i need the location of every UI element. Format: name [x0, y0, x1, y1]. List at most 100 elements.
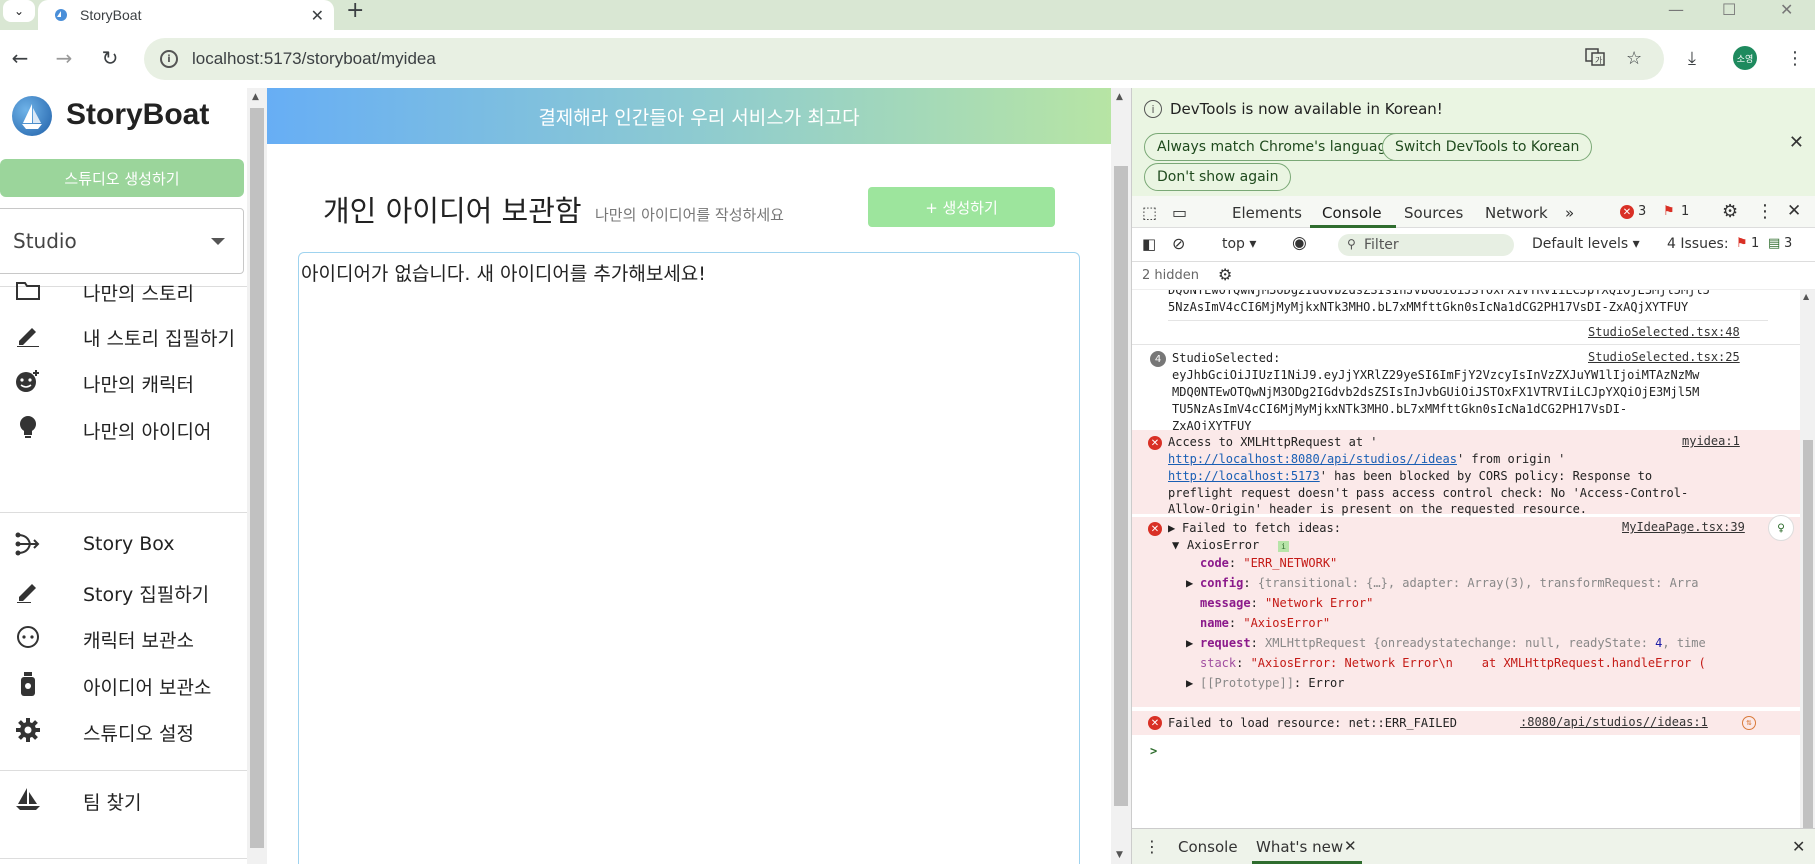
- console-scrollbar[interactable]: ▲: [1800, 290, 1815, 830]
- drawer-tab-console[interactable]: Console: [1178, 838, 1238, 856]
- minimize-icon[interactable]: —: [1668, 0, 1684, 19]
- window-close-icon[interactable]: ✕: [1780, 0, 1793, 19]
- studio-create-button[interactable]: 스튜디오 생성하기: [0, 159, 244, 197]
- error-icon: ✕: [1148, 716, 1162, 730]
- logo[interactable]: [12, 96, 52, 136]
- reload-icon[interactable]: ↻: [98, 46, 122, 70]
- create-idea-button[interactable]: + 생성하기: [868, 187, 1055, 227]
- nav-item-my-story[interactable]: 나만의 스토리: [0, 268, 247, 312]
- expand-arrow-icon[interactable]: ▶: [1186, 635, 1193, 652]
- tab-elements[interactable]: Elements: [1232, 204, 1302, 222]
- warning-count[interactable]: 1: [1681, 204, 1689, 219]
- nav-item-story-box[interactable]: Story Box: [0, 522, 247, 566]
- maximize-icon[interactable]: ☐: [1722, 0, 1736, 19]
- console-prompt[interactable]: >: [1150, 743, 1157, 760]
- scroll-down-icon[interactable]: ▼: [1116, 850, 1123, 860]
- nav-item-character-storage[interactable]: 캐릭터 보관소: [0, 615, 247, 659]
- dont-show-again-button[interactable]: Don't show again: [1144, 163, 1292, 191]
- sidebar-scrollbar[interactable]: ▲: [247, 88, 267, 864]
- nav-item-my-idea[interactable]: 나만의 아이디어: [0, 406, 247, 450]
- prop-value: "AxiosError: Network Error\n at XMLHttpR…: [1250, 656, 1706, 670]
- main-scrollbar[interactable]: ▲ ▼: [1111, 88, 1131, 864]
- new-tab-button[interactable]: +: [346, 0, 364, 22]
- tab-close-icon[interactable]: ✕: [311, 6, 324, 25]
- close-icon[interactable]: ✕: [1789, 132, 1804, 153]
- filter-input[interactable]: ⚲ Filter: [1338, 234, 1514, 256]
- scroll-up-icon[interactable]: ▲: [1116, 92, 1123, 102]
- error-url-link[interactable]: http://localhost:5173: [1168, 469, 1320, 483]
- settings-gear-icon[interactable]: ⚙: [1722, 201, 1738, 222]
- source-link[interactable]: MyIdeaPage.tsx:39: [1622, 520, 1745, 534]
- profile-avatar[interactable]: 소영: [1733, 46, 1757, 70]
- issues-label[interactable]: 4 Issues:: [1667, 236, 1729, 252]
- device-toolbar-icon[interactable]: ▭: [1172, 203, 1187, 222]
- expand-arrow-icon[interactable]: ▶: [1186, 675, 1193, 692]
- back-icon[interactable]: ←: [8, 46, 32, 70]
- error-url-link[interactable]: http://localhost:8080/api/studios//ideas: [1168, 452, 1457, 466]
- bookmark-star-icon[interactable]: ☆: [1626, 48, 1642, 69]
- source-link[interactable]: :8080/api/studios//ideas:1: [1520, 715, 1708, 729]
- site-info-icon[interactable]: i: [160, 50, 178, 68]
- prop-value: "ERR_NETWORK": [1243, 556, 1338, 570]
- error-count[interactable]: 3: [1638, 204, 1646, 219]
- error-text: ' has been blocked by CORS policy: Respo…: [1319, 469, 1653, 483]
- close-drawer-icon[interactable]: ✕: [1792, 837, 1805, 856]
- nav-item-my-character[interactable]: 나만의 캐릭터: [0, 359, 247, 403]
- clear-console-icon[interactable]: ⊘: [1172, 234, 1185, 253]
- scrollbar-thumb[interactable]: [250, 108, 264, 848]
- switch-language-button[interactable]: Switch DevTools to Korean: [1382, 133, 1593, 161]
- eye-icon[interactable]: ◉: [1292, 233, 1307, 253]
- address-bar[interactable]: i localhost:5173/storyboat/myidea: [144, 38, 1664, 80]
- svg-text:가: 가: [1595, 56, 1603, 65]
- studio-select[interactable]: Studio: [0, 208, 244, 274]
- source-link[interactable]: myidea:1: [1682, 434, 1740, 448]
- more-tabs-icon[interactable]: »: [1565, 204, 1574, 222]
- drawer-tab-whats-new[interactable]: What's new: [1256, 838, 1343, 856]
- log-levels-select[interactable]: Default levels ▾: [1532, 236, 1640, 252]
- source-link[interactable]: StudioSelected.tsx:25: [1588, 350, 1740, 364]
- scrollbar-thumb[interactable]: [1803, 440, 1813, 830]
- tab-network[interactable]: Network: [1485, 204, 1548, 222]
- prop-key: config: [1200, 576, 1244, 590]
- inspect-element-icon[interactable]: ⬚: [1142, 203, 1157, 222]
- nav-label: Story 집필하기: [83, 584, 210, 606]
- source-link[interactable]: StudioSelected.tsx:48: [1588, 325, 1740, 339]
- divider: [0, 512, 247, 513]
- network-request-icon[interactable]: ⇅: [1742, 716, 1756, 730]
- divider: [0, 858, 247, 859]
- tab-console[interactable]: Console: [1322, 204, 1382, 222]
- translate-icon[interactable]: 가: [1585, 48, 1605, 71]
- nav-item-studio-settings[interactable]: 스튜디오 설정: [0, 708, 247, 752]
- nav-item-write-story[interactable]: 내 스토리 집필하기: [0, 313, 247, 357]
- nav-item-story-write[interactable]: Story 집필하기: [0, 569, 247, 613]
- expand-arrow-icon[interactable]: ▶: [1168, 520, 1175, 537]
- scrollbar-thumb[interactable]: [1114, 166, 1128, 806]
- drawer-menu-icon[interactable]: ⋮: [1144, 837, 1160, 856]
- match-language-button[interactable]: Always match Chrome's language: [1144, 133, 1408, 161]
- devtools-menu-icon[interactable]: ⋮: [1756, 201, 1774, 222]
- scroll-up-icon[interactable]: ▲: [252, 92, 259, 102]
- ai-insight-icon[interactable]: ♀: [1768, 515, 1794, 541]
- tab-sources[interactable]: Sources: [1404, 204, 1463, 222]
- expand-arrow-icon[interactable]: ▶: [1186, 575, 1193, 592]
- forward-icon[interactable]: →: [52, 46, 76, 70]
- browser-tab[interactable]: StoryBoat ✕: [38, 0, 334, 30]
- tab-search-button[interactable]: ⌄: [3, 0, 35, 22]
- download-icon[interactable]: ⤓: [1688, 48, 1696, 69]
- context-select[interactable]: top ▾: [1222, 236, 1256, 252]
- collapse-arrow-icon[interactable]: ▼: [1172, 537, 1179, 554]
- error-count-icon: ✕: [1620, 205, 1634, 219]
- caret-down-icon: [211, 238, 225, 245]
- nav-item-find-team[interactable]: 팀 찾기: [0, 777, 247, 821]
- drawer-tab-close-icon[interactable]: ✕: [1344, 837, 1357, 855]
- prop-key: stack: [1200, 656, 1237, 670]
- error-text: preflight request doesn't pass access co…: [1168, 486, 1689, 500]
- chrome-menu-icon[interactable]: ⋮: [1786, 48, 1804, 69]
- scroll-up-icon[interactable]: ▲: [1803, 292, 1809, 301]
- close-devtools-icon[interactable]: ✕: [1787, 201, 1801, 221]
- axios-error-label: AxiosError: [1187, 538, 1260, 552]
- prop-value: , time: [1662, 636, 1706, 650]
- nav-item-idea-storage[interactable]: 아이디어 보관소: [0, 662, 247, 706]
- console-settings-icon[interactable]: ⚙: [1218, 265, 1232, 284]
- sidebar-toggle-icon[interactable]: ◧: [1142, 235, 1156, 253]
